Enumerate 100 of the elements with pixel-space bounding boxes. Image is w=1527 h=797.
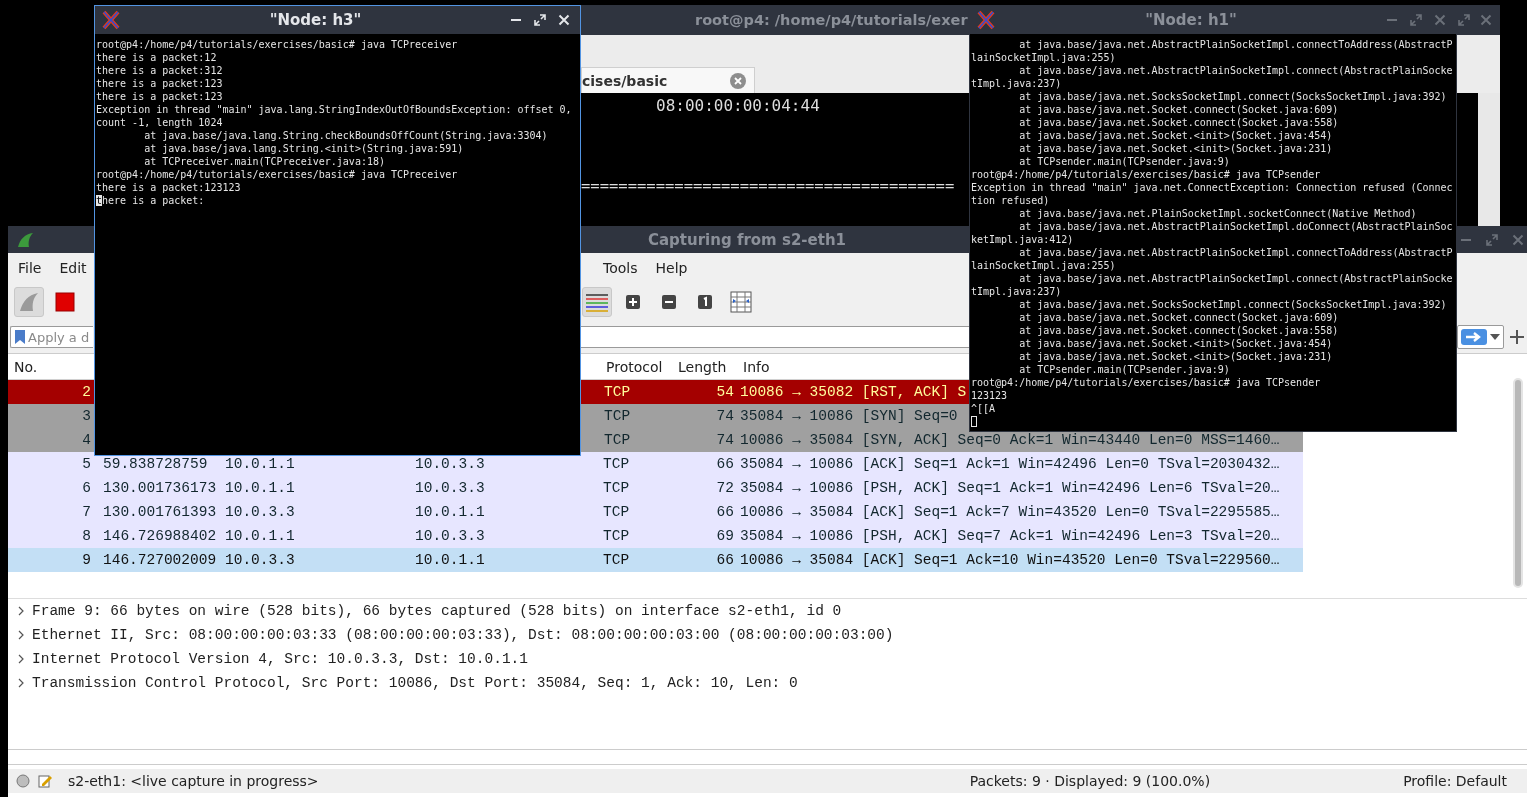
table-cell: 66 [672, 452, 737, 476]
caret-icon [1490, 334, 1500, 340]
filter-field[interactable]: Apply a d [10, 326, 93, 348]
column-header[interactable]: Protocol [581, 354, 672, 379]
terminal-line: at java.base/java.net.PlainSocketImpl.socketConnect(Native Method) [1018, 207, 1417, 220]
terminal-line: tImpl.java:237) [971, 77, 1062, 90]
tree-item[interactable]: Ethernet II, Src: 08:00:00:00:03:33 (08:00:00:00:03:33), Dst: 08:00:00:00:03:00 (08:00:00:00:03:00) [8, 623, 1527, 647]
table-cell: 74 [672, 428, 737, 452]
table-cell: 4 [8, 428, 94, 452]
terminal-line: at java.base/java.net.AbstractPlainSocketImpl.connectToAddress(AbstractP [1018, 246, 1453, 259]
terminal-line: at java.base/java.net.Socket.connect(Socket.java:609) [1018, 103, 1339, 116]
terminal-tab[interactable]: cises/basic [581, 67, 755, 93]
table-cell: 7 [8, 500, 94, 524]
menu-item[interactable]: Tools [595, 257, 646, 279]
terminal-line: at java.base/java.net.Socket.<init>(Socket.java:231) [1018, 142, 1333, 155]
window-title: "Node: h3" [268, 11, 363, 29]
terminal-line: 08:00:00:00:04:44 [656, 96, 820, 116]
table-cell: 35084 → 10086 [PSH, ACK] Seq=1 Ack=1 Win=42496 Len=6 TSval=20… [737, 476, 1303, 500]
table-cell: 9 [8, 548, 94, 572]
table-cell: 8 [8, 524, 94, 548]
column-header[interactable]: Length [672, 354, 737, 379]
caret-right-icon[interactable] [16, 606, 26, 616]
profile-label[interactable]: Profile: Default [1403, 773, 1507, 789]
table-cell: TCP [600, 548, 672, 572]
window-title: root@p4: /home/p4/tutorials/exer [695, 12, 968, 28]
terminal-line: at java.base/java.net.SocksSocketImpl.connect(SocksSocketImpl.java:392) [1018, 298, 1447, 311]
terminal-line: at java.base/java.lang.String.checkBoundsOffCount(String.java:3304) [143, 129, 548, 142]
tree-item[interactable]: Frame 9: 66 bytes on wire (528 bits), 66 bytes captured (528 bits) on interface s2-eth1, id 0 [8, 599, 1527, 623]
column-header[interactable]: Info [737, 354, 969, 379]
tree-text: Ethernet II, Src: 08:00:00:00:03:33 (08:00:00:00:03:33), Dst: 08:00:00:00:03:00 (08:00:00:00:03:00) [32, 627, 894, 643]
table-cell: 2 [8, 380, 94, 404]
edit-note-icon[interactable] [38, 774, 52, 788]
terminal-line: there is a packet:123123 [96, 181, 241, 194]
caret-right-icon[interactable] [16, 678, 26, 688]
terminal-line: there is a packet:123 [96, 90, 223, 103]
terminal-line: tion refused) [971, 194, 1050, 207]
stop-icon [55, 292, 75, 312]
table-cell: 130.001761393 [94, 500, 222, 524]
status-text: s2-eth1: <live capture in progress> [68, 773, 319, 789]
bookmark-icon[interactable] [15, 330, 25, 344]
table-cell: 10.0.3.3 [222, 548, 412, 572]
fin-logo-icon [16, 230, 34, 249]
terminal-line: at java.base/java.net.AbstractPlainSocketImpl.doConnect(AbstractPlainSoc [1018, 220, 1453, 233]
plus-icon[interactable] [1510, 330, 1524, 344]
table-cell: TCP [600, 524, 672, 548]
menu-item[interactable]: File [10, 257, 50, 279]
menu-item[interactable]: Help [647, 257, 696, 279]
terminal-line: Exception in thread "main" java.lang.StringIndexOutOfBoundsException: offset 0, [96, 103, 572, 116]
table-cell: 10.0.1.1 [412, 500, 600, 524]
table-cell: 146.726988402 [94, 524, 222, 548]
terminal-line: lainSocketImpl.java:255) [971, 259, 1116, 272]
terminal-line: root@p4:/home/p4/tutorials/exercises/basic# java TCPreceiver [96, 168, 458, 181]
table-cell: 66 [672, 500, 737, 524]
terminal-line: there is a packet:123 [96, 77, 223, 90]
x-logo-icon [101, 10, 121, 30]
table-cell: 10086 → 35084 [ACK] Seq=1 Ack=10 Win=43520 Len=0 TSval=229560… [737, 548, 1303, 572]
table-cell: 69 [672, 524, 737, 548]
normal-size-icon [698, 295, 712, 309]
terminal-line: tImpl.java:237) [971, 285, 1062, 298]
terminal-line: there is a packet: [96, 194, 205, 207]
menu-item[interactable]: Edit [51, 257, 95, 279]
tree-item[interactable]: Internet Protocol Version 4, Src: 10.0.3.3, Dst: 10.0.1.1 [8, 647, 1527, 671]
terminal-line: at TCPsender.main(TCPsender.java:9) [1018, 363, 1230, 376]
terminal-line: at java.base/java.net.AbstractPlainSocketImpl.connect(AbstractPlainSocke [1018, 272, 1453, 285]
tree-text: Frame 9: 66 bytes on wire (528 bits), 66 bytes captured (528 bits) on interface s2-eth1, id 0 [32, 603, 842, 619]
table-cell: 54 [672, 380, 737, 404]
table-cell: TCP [600, 476, 672, 500]
table-cell: TCP [600, 500, 672, 524]
terminal-line: Exception in thread "main" java.net.ConnectException: Connection refused (Connec [971, 181, 1453, 194]
column-header[interactable]: No. [8, 354, 94, 379]
terminal-line: root@p4:/home/p4/tutorials/exercises/basic# java TCPsender [971, 168, 1321, 181]
terminal-line: at TCPreceiver.main(TCPreceiver.java:18) [143, 155, 385, 168]
terminal-line: at java.base/java.net.SocksSocketImpl.connect(SocksSocketImpl.java:392) [1018, 90, 1447, 103]
tab-label: cises/basic [582, 72, 668, 89]
terminal-line: at java.base/java.lang.String.<init>(String.java:591) [143, 142, 464, 155]
caret-right-icon[interactable] [16, 654, 26, 664]
table-cell: 66 [672, 548, 737, 572]
table-cell: 74 [672, 404, 737, 428]
table-cell: 3 [8, 404, 94, 428]
caret-right-icon[interactable] [16, 630, 26, 640]
table-cell: 10.0.3.3 [222, 500, 412, 524]
table-cell: 146.727002009 [94, 548, 222, 572]
table-cell: 35084 → 10086 [ACK] Seq=1 Ack=1 Win=42496 Len=0 TSval=2030432… [737, 452, 1303, 476]
window-title: Capturing from s2-eth1 [648, 230, 846, 249]
tree-text: Internet Protocol Version 4, Src: 10.0.3.3, Dst: 10.0.1.1 [32, 651, 528, 667]
colored-lines-icon [586, 292, 608, 312]
terminal-line: 123123 [971, 389, 1008, 402]
table-cell: 10086 → 35082 [RST, ACK] S [737, 380, 969, 404]
start-capture-button[interactable] [14, 287, 44, 317]
terminal-line: root@p4:/home/p4/tutorials/exercises/basic# java TCPreceiver [96, 38, 458, 51]
apply-filter-control[interactable] [1457, 325, 1504, 349]
status-circle-icon[interactable] [16, 774, 30, 788]
scrollbar[interactable] [1513, 378, 1523, 588]
colorize-button[interactable] [582, 287, 612, 317]
terminal-line: count -1, length 1024 [96, 116, 223, 129]
tree-item[interactable]: Transmission Control Protocol, Src Port: 10086, Dst Port: 35084, Seq: 1, Ack: 10, Len: 0 [8, 671, 1527, 695]
table-cell: 10.0.1.1 [222, 476, 412, 500]
terminal-line: at java.base/java.net.Socket.connect(Socket.java:558) [1018, 116, 1339, 129]
table-cell: 130.001736173 [94, 476, 222, 500]
terminal-line: ^[[A [971, 402, 996, 415]
